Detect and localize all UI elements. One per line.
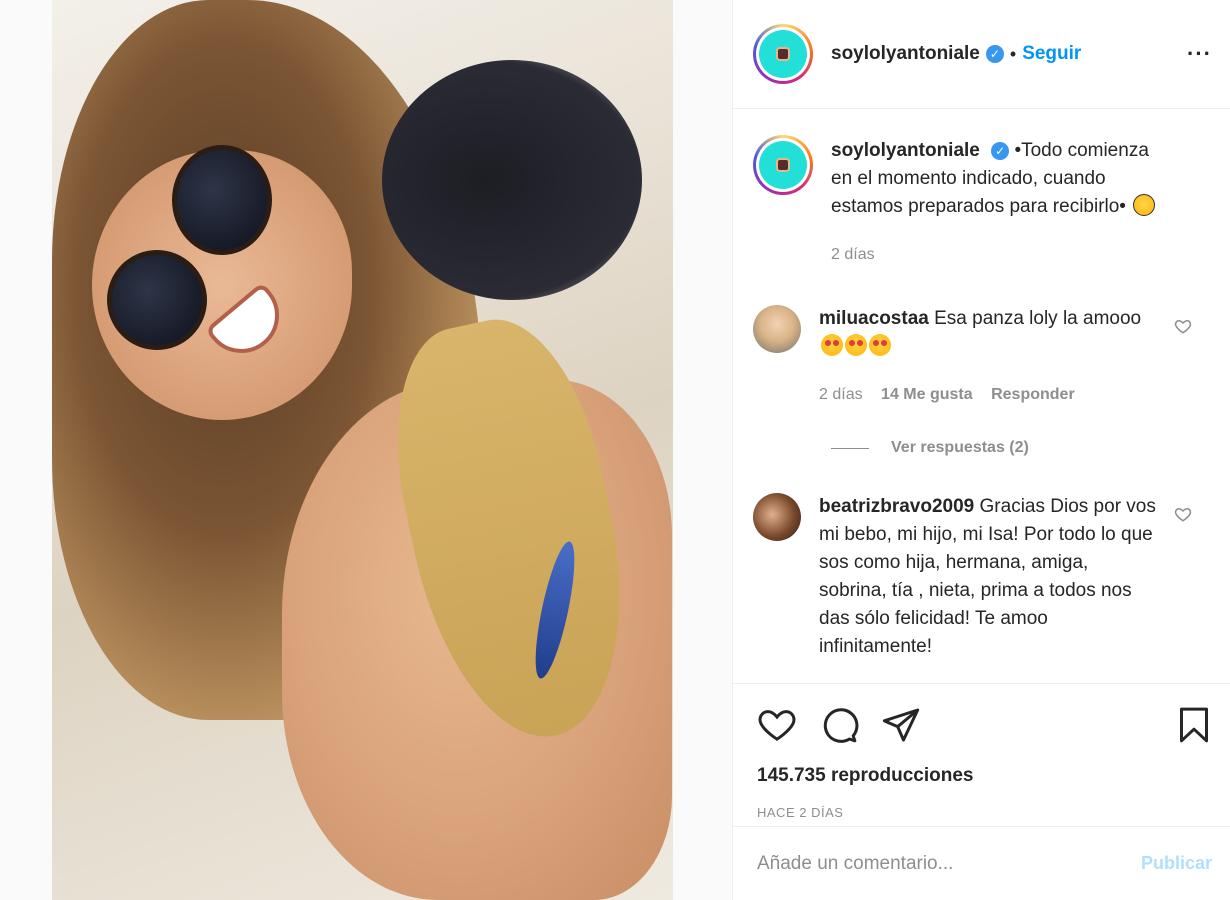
comment-item: miluacostaa Esa panza loly la amooo 2 dí… — [753, 305, 1206, 409]
follow-button[interactable]: Seguir — [1022, 43, 1081, 65]
save-bookmark-icon[interactable] — [1174, 705, 1214, 745]
caption-meta: 2 días — [831, 241, 1171, 269]
comment-time[interactable]: 2 días — [819, 386, 863, 403]
post-header: soylolyantoniale ✓ • Seguir ··· — [733, 0, 1230, 109]
smiling-face-icon — [1133, 194, 1156, 216]
comment-icon[interactable] — [819, 705, 859, 745]
comment-username[interactable]: miluacostaa — [819, 308, 929, 329]
action-bar — [733, 683, 1230, 765]
header-separator: • — [1009, 43, 1017, 64]
comment-text: miluacostaa Esa panza loly la amooo 2 dí… — [819, 305, 1159, 409]
comment-body: Gracias Dios por vos mi bebo, mi hijo, m… — [819, 496, 1156, 657]
post-side-panel: soylolyantoniale ✓ • Seguir ··· soylolya… — [732, 0, 1230, 900]
more-options-icon[interactable]: ··· — [1187, 41, 1212, 67]
comment-body: Esa panza loly la amooo — [934, 308, 1142, 329]
caption-time[interactable]: 2 días — [831, 246, 875, 263]
like-comment-icon[interactable] — [1174, 317, 1192, 335]
verified-badge-icon: ✓ — [991, 142, 1010, 160]
heart-eyes-emoji-icon — [845, 334, 867, 356]
video-frame-friend — [382, 60, 642, 300]
caption-username[interactable]: soylolyantoniale — [831, 140, 980, 161]
comment-text: beatrizbravo2009 Gracias Dios por vos mi… — [819, 493, 1159, 661]
replies-divider — [831, 447, 869, 449]
view-count[interactable]: 145.735 reproducciones — [733, 765, 1230, 787]
verified-badge-icon: ✓ — [985, 45, 1004, 63]
avatar-border — [756, 138, 810, 192]
avatar-figure-icon — [776, 47, 790, 61]
caption: soylolyantoniale ✓ •Todo comienza en el … — [753, 135, 1206, 269]
post-timestamp[interactable]: HACE 2 DÍAS — [733, 787, 1230, 820]
avatar-figure-icon — [776, 158, 790, 172]
caption-text: soylolyantoniale ✓ •Todo comienza en el … — [831, 137, 1171, 269]
view-replies-label: Ver respuestas (2) — [891, 439, 1029, 456]
comment-item: beatrizbravo2009 Gracias Dios por vos mi… — [753, 493, 1206, 661]
heart-eyes-emoji-icon — [821, 334, 843, 356]
comment-likes[interactable]: 14 Me gusta — [881, 386, 973, 403]
media-area — [0, 0, 732, 900]
video-frame-sunglasses-left — [107, 250, 207, 350]
comments-list[interactable]: soylolyantoniale ✓ •Todo comienza en el … — [733, 109, 1230, 683]
post-video[interactable] — [52, 0, 673, 900]
caption-author-avatar[interactable] — [753, 135, 813, 195]
add-comment-bar: Publicar — [733, 826, 1230, 900]
avatar-image — [759, 141, 807, 189]
comment-meta: 2 días 14 Me gusta Responder — [819, 381, 1159, 409]
like-icon[interactable] — [757, 705, 797, 745]
share-icon[interactable] — [881, 705, 921, 745]
avatar-border — [756, 27, 810, 81]
author-username[interactable]: soylolyantoniale — [831, 43, 980, 65]
commenter-avatar[interactable] — [753, 493, 801, 541]
heart-eyes-emoji-icon — [869, 334, 891, 356]
author-avatar[interactable] — [753, 24, 813, 84]
like-comment-icon[interactable] — [1174, 505, 1192, 523]
publish-button[interactable]: Publicar — [1141, 853, 1212, 874]
view-replies-button[interactable]: Ver respuestas (2) — [831, 439, 1206, 457]
commenter-avatar[interactable] — [753, 305, 801, 353]
reply-button[interactable]: Responder — [991, 386, 1075, 403]
video-frame-sunglasses-right — [172, 145, 272, 255]
comment-input[interactable] — [757, 852, 1141, 875]
comment-username[interactable]: beatrizbravo2009 — [819, 496, 974, 517]
avatar-image — [759, 30, 807, 78]
